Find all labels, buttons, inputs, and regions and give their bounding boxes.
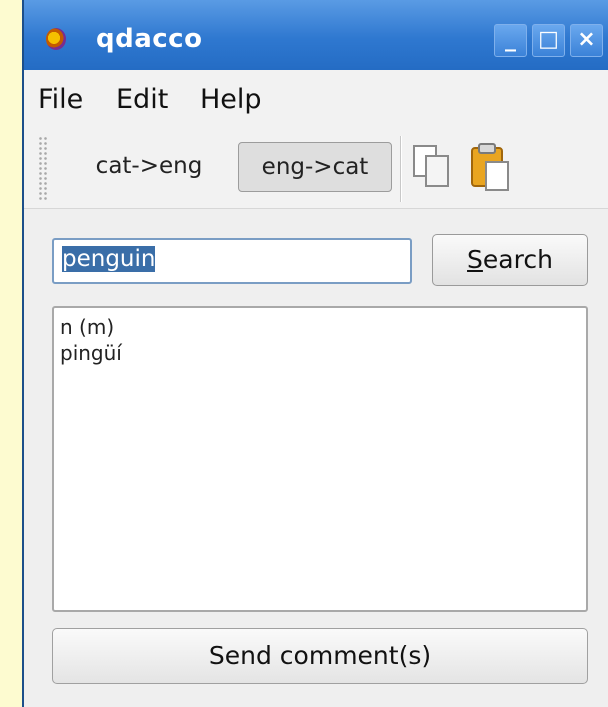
maximize-button[interactable]: □ xyxy=(532,24,565,57)
toolbar: cat->eng eng->cat xyxy=(24,128,608,209)
menu-edit[interactable]: Edit xyxy=(116,84,168,115)
search-button-label: earch xyxy=(482,245,553,274)
search-row: penguin Search xyxy=(24,208,608,304)
toolbar-grip-handle[interactable] xyxy=(38,136,48,202)
send-comment-button[interactable]: Send comment(s) xyxy=(52,628,588,684)
paste-icon xyxy=(471,143,509,191)
menu-file[interactable]: File xyxy=(38,84,83,115)
result-line: pingüí xyxy=(60,341,122,365)
app-logo-icon xyxy=(46,28,66,50)
paste-button[interactable] xyxy=(464,140,514,194)
results-panel[interactable]: n (m) pingüí xyxy=(52,306,588,612)
app-window: qdacco _ □ × File Edit Help cat->eng eng… xyxy=(22,0,608,707)
menu-help[interactable]: Help xyxy=(200,84,262,115)
search-input-value: penguin xyxy=(62,246,156,272)
cat-to-eng-button[interactable]: cat->eng xyxy=(68,142,230,192)
eng-to-cat-button[interactable]: eng->cat xyxy=(238,142,392,192)
copy-icon xyxy=(413,145,449,187)
search-button[interactable]: Search xyxy=(432,234,588,286)
search-input[interactable]: penguin xyxy=(52,238,412,284)
menu-bar: File Edit Help xyxy=(24,70,608,128)
search-button-accel: S xyxy=(467,245,483,274)
window-title: qdacco xyxy=(96,24,203,54)
minimize-button[interactable]: _ xyxy=(494,24,527,57)
result-line: n (m) xyxy=(60,315,115,339)
close-button[interactable]: × xyxy=(570,24,603,57)
toolbar-separator xyxy=(400,136,402,202)
title-bar[interactable]: qdacco _ □ × xyxy=(24,0,608,70)
copy-button[interactable] xyxy=(408,140,458,194)
